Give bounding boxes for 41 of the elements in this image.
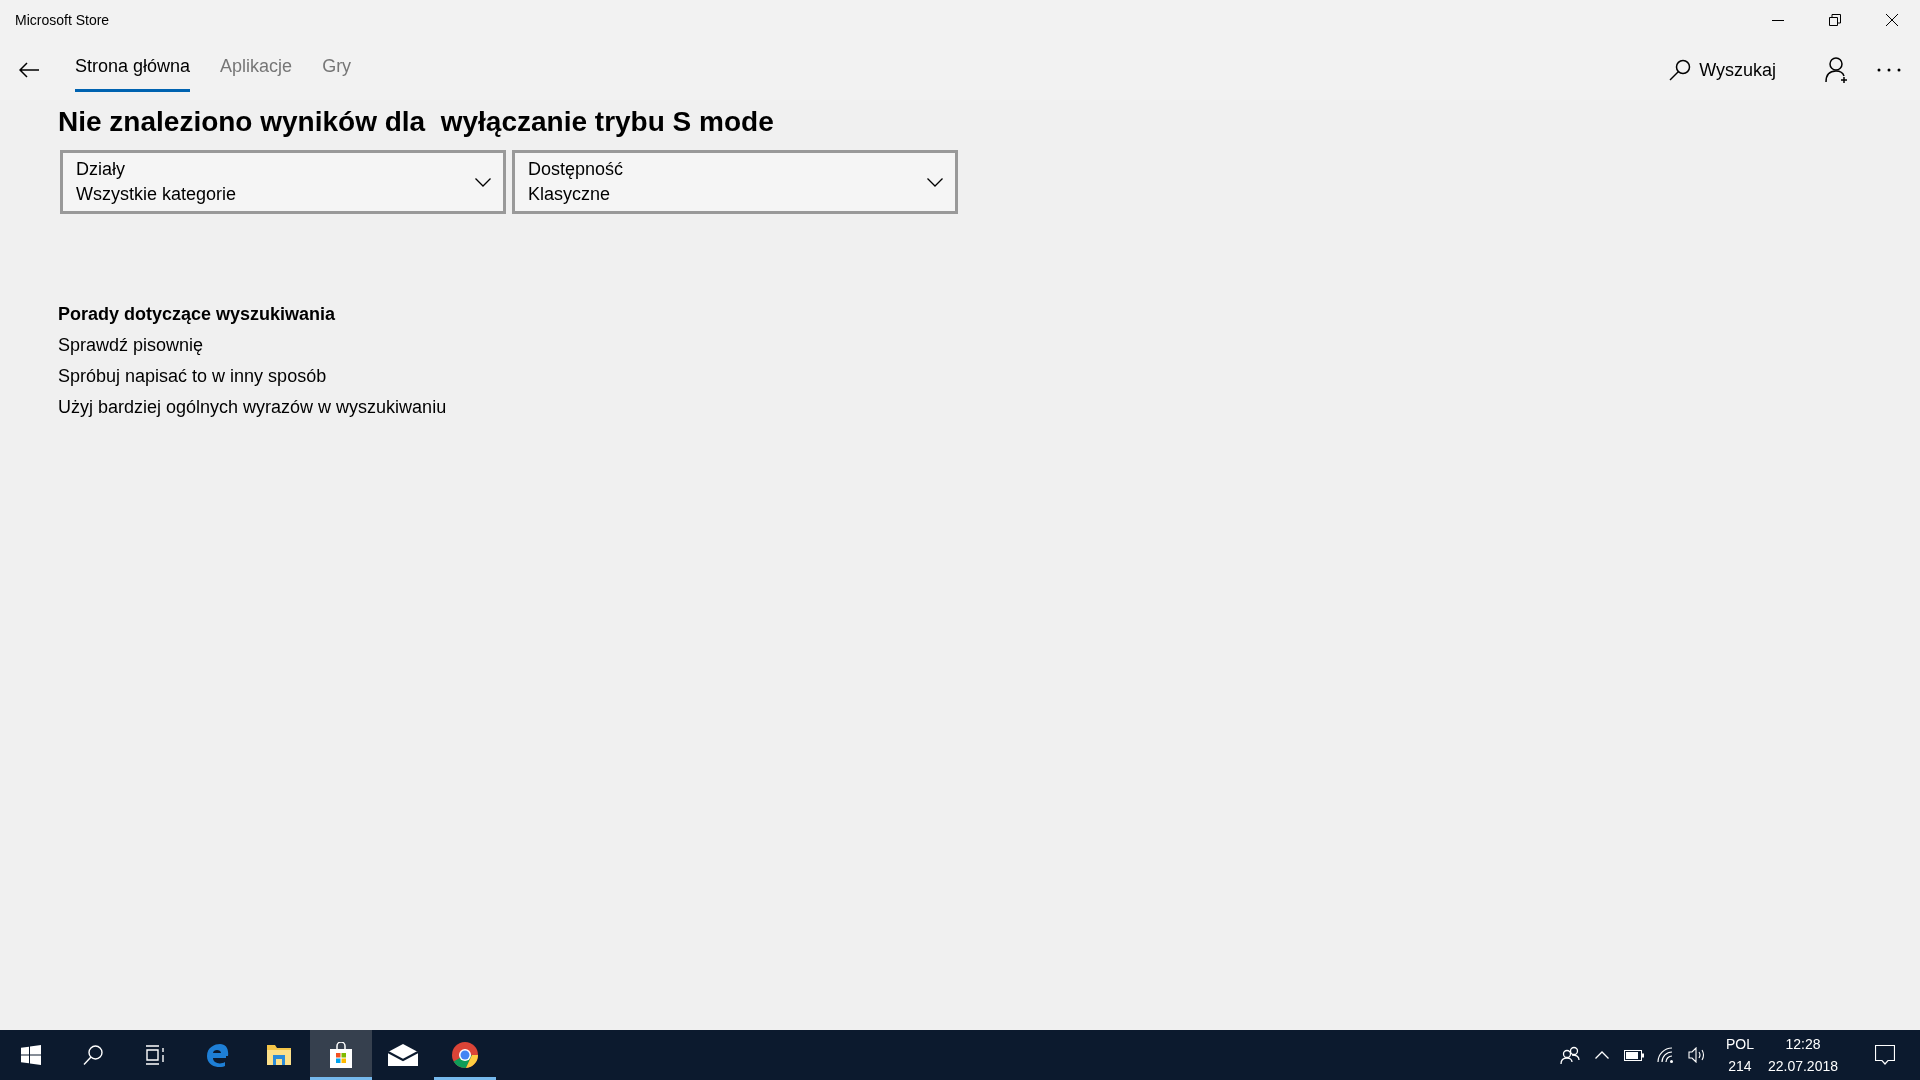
back-arrow-icon — [19, 62, 39, 78]
tip-text: Użyj bardziej ogólnych wyrazów w wyszukiwaniu — [58, 397, 448, 418]
search-button[interactable]: Wyszukaj — [1665, 55, 1780, 85]
tips-title: Porady dotyczące wyszukiwania — [58, 304, 337, 325]
restore-icon — [1828, 14, 1841, 26]
chevron-down-icon — [927, 177, 943, 187]
tip-text: Spróbuj napisać to w inny sposób — [58, 366, 328, 387]
tab[interactable]: Aplikacje — [220, 48, 293, 92]
tab[interactable]: Gry — [322, 48, 352, 92]
taskbar-button[interactable] — [310, 1030, 372, 1080]
people-icon[interactable] — [1559, 1046, 1580, 1064]
dropdown-label: Działy — [76, 159, 126, 180]
keyboard-layout[interactable]: 214 — [1728, 1058, 1752, 1074]
filter-dropdown[interactable]: Działy Wszystkie kategorie — [60, 150, 506, 214]
browser-circle-icon — [451, 1041, 479, 1069]
clock-date[interactable]: 22.07.2018 — [1767, 1058, 1838, 1074]
dropdown-value: Klasyczne — [528, 184, 612, 205]
search-icon — [83, 1045, 103, 1065]
wifi-icon[interactable] — [1656, 1047, 1675, 1063]
more-icon — [1877, 68, 1901, 72]
envelope-icon — [388, 1044, 418, 1066]
filter-dropdown[interactable]: Dostępność Klasyczne — [512, 150, 958, 214]
speech-bubble-icon — [1875, 1045, 1895, 1065]
tab[interactable]: Strona główna — [75, 48, 191, 92]
close-icon — [1885, 14, 1898, 26]
windows-logo-icon — [21, 1045, 41, 1065]
chevron-up-icon[interactable] — [1594, 1051, 1609, 1059]
shopping-bag-icon — [329, 1042, 353, 1068]
folder-icon — [266, 1044, 292, 1066]
browser-e-icon — [205, 1043, 229, 1067]
dropdown-value: Wszystkie kategorie — [76, 184, 237, 205]
clock-time[interactable]: 12:28 — [1785, 1036, 1821, 1052]
chevron-down-icon — [475, 177, 491, 187]
language-indicator[interactable]: POL — [1725, 1036, 1754, 1052]
window-title: Microsoft Store — [15, 12, 110, 28]
dropdown-label: Dostępność — [528, 159, 624, 180]
tip-text: Sprawdź pisownię — [58, 335, 205, 356]
search-icon — [1669, 59, 1692, 81]
task-view-icon — [145, 1045, 165, 1065]
results-heading: Nie znaleziono wyników dla wyłączanie trybu S mode — [58, 106, 775, 138]
battery-icon[interactable] — [1623, 1049, 1644, 1061]
